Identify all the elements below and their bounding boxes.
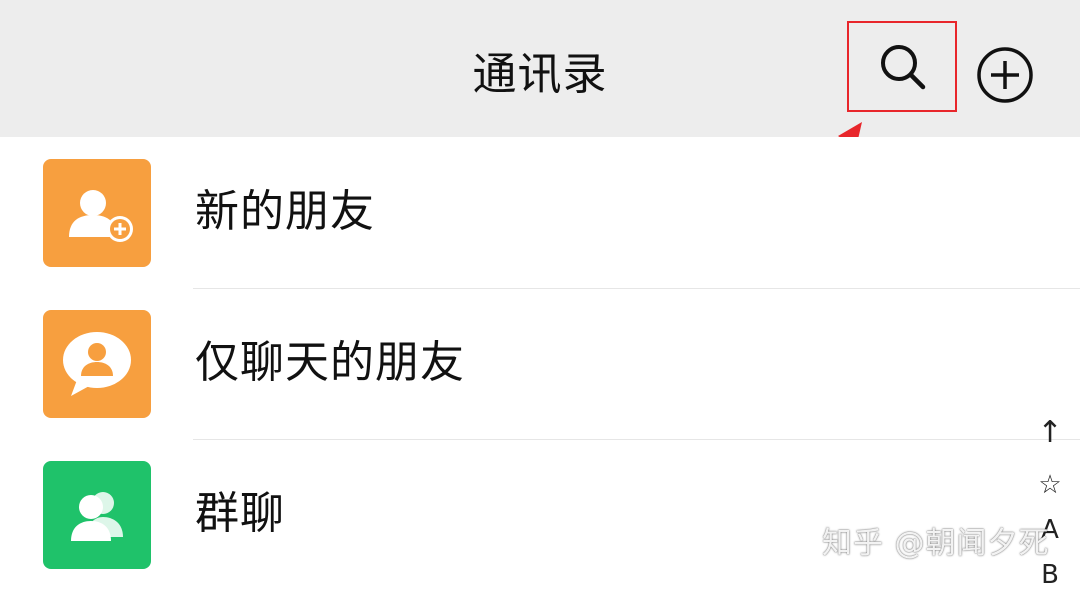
add-button[interactable]: [970, 40, 1040, 110]
list-item-label: 群聊: [195, 488, 285, 539]
list-item-group-chats[interactable]: 群聊: [0, 439, 1080, 589]
add-circle-icon: [976, 46, 1034, 104]
add-friend-icon: [43, 159, 151, 267]
navigation-bar: 通讯录: [0, 0, 1080, 137]
index-item-b[interactable]: B: [1032, 560, 1068, 590]
list-item-label: 仅聊天的朋友: [195, 337, 465, 388]
search-highlight-box: [847, 21, 957, 112]
watermark: 知乎 @朝闻夕死: [822, 526, 1050, 561]
group-chat-icon: [43, 461, 151, 569]
list-item-label: 新的朋友: [195, 186, 375, 237]
list-item-chat-only-friends[interactable]: 仅聊天的朋友: [0, 288, 1080, 438]
chat-only-friend-icon: [43, 310, 151, 418]
index-item-star[interactable]: ☆: [1032, 470, 1068, 500]
index-item-top[interactable]: ↑: [1032, 415, 1068, 450]
list-item-new-friends[interactable]: 新的朋友: [0, 137, 1080, 287]
